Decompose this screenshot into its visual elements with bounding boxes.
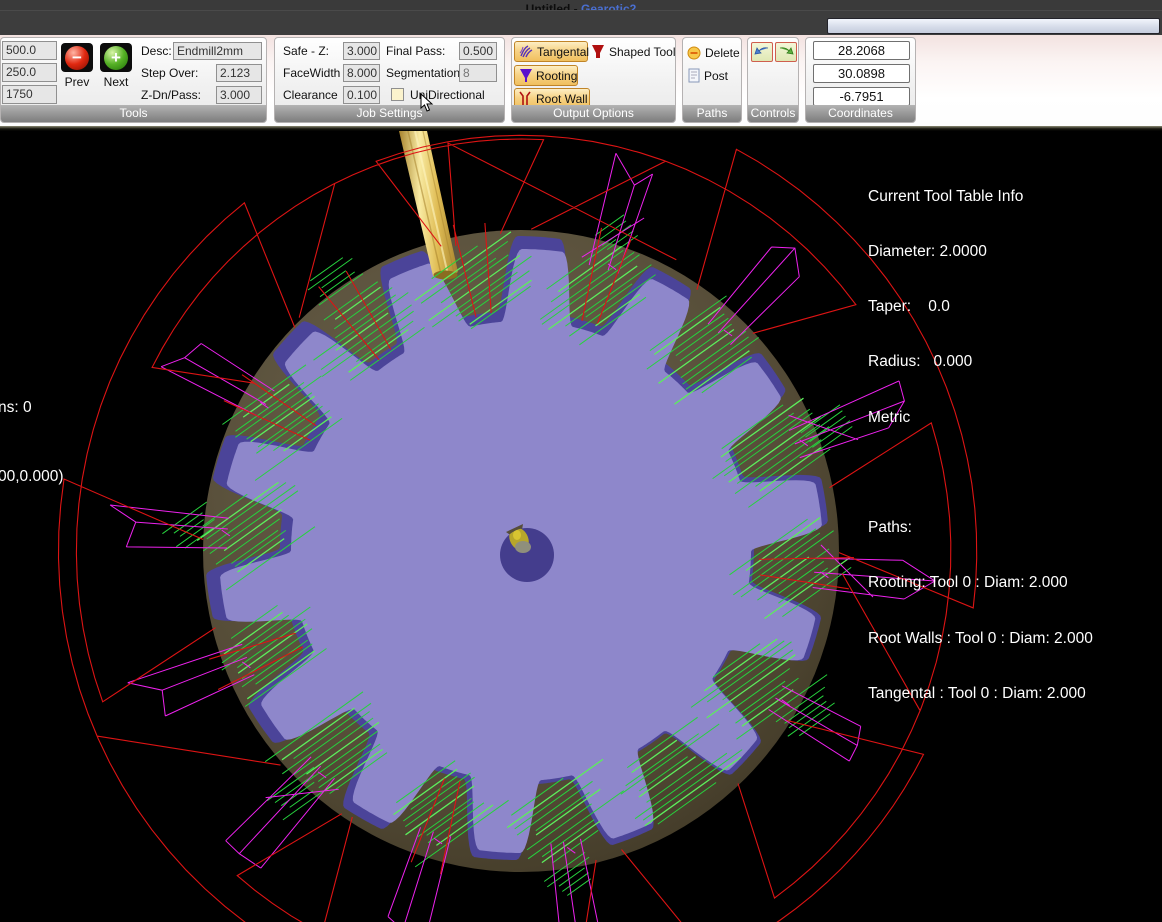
tangental-label: Tangental <box>537 45 589 59</box>
root-wall-icon <box>519 91 533 106</box>
next-tool-button[interactable]: + <box>100 43 132 72</box>
coordinate-z-field[interactable]: -6.7951 <box>813 87 910 106</box>
coordinate-y-field[interactable]: 30.0898 <box>813 64 910 83</box>
shaped-tool-button[interactable]: Shaped Tool <box>591 41 676 62</box>
post-label: Post <box>704 69 728 83</box>
output-options-group-caption: Output Options <box>512 105 675 122</box>
paths-root-walls-line: Root Walls : Tool 0 : Diam: 2.000 <box>868 630 1093 648</box>
shaped-tool-label: Shaped Tool <box>609 45 676 59</box>
delete-path-button[interactable]: Delete <box>687 42 740 63</box>
minus-sphere-icon: − <box>65 46 89 70</box>
rooting-funnel-icon <box>519 68 533 83</box>
safe-z-label: Safe - Z: <box>283 44 329 58</box>
prev-tool-label: Prev <box>61 75 93 89</box>
toolbar-group-tools: 500.0 250.0 1750 − Prev + Next Desc: End… <box>0 37 267 123</box>
paths-tangental-line: Tangental : Tool 0 : Diam: 2.000 <box>868 685 1093 703</box>
window-title: Untitled - <box>526 2 581 10</box>
tangental-swirl-icon <box>519 44 534 59</box>
tool-info-diameter: Diameter: 2.0000 <box>868 243 1093 261</box>
step-over-field[interactable]: 2.123 <box>216 64 262 82</box>
step-over-label: Step Over: <box>141 66 198 80</box>
prev-tool-button[interactable]: − <box>61 43 93 72</box>
job-settings-group-caption: Job Settings <box>275 105 504 122</box>
desc-label: Desc: <box>141 44 172 58</box>
coordinates-group-caption: Coordinates <box>806 105 915 122</box>
segmentation-label: Segmentation <box>386 66 460 80</box>
facewidth-label: FaceWidth <box>283 66 340 80</box>
tool-info-spacer <box>868 464 1093 482</box>
tool-feed-field[interactable]: 250.0 <box>2 63 57 82</box>
tool-speed-field[interactable]: 500.0 <box>2 41 57 60</box>
menu-strip <box>0 10 1162 36</box>
toolbar-group-controls: Controls <box>747 37 799 123</box>
desc-field[interactable]: Endmill2mm <box>173 42 262 60</box>
shaped-tool-funnel-icon <box>591 44 605 60</box>
tool-info-units: Metric <box>868 409 1093 427</box>
segmentation-field[interactable]: 8 <box>459 64 497 82</box>
rotate-right-button[interactable] <box>775 42 797 62</box>
paths-group-caption: Paths <box>683 105 741 122</box>
root-wall-label: Root Wall <box>536 92 588 106</box>
rooting-button[interactable]: Rooting <box>514 65 578 86</box>
top-scrollbar[interactable] <box>827 18 1160 34</box>
toolbar-group-coordinates: 28.2068 30.0898 -6.7951 Coordinates <box>805 37 916 123</box>
unidirectional-checkbox[interactable] <box>391 88 404 101</box>
next-tool-label: Next <box>100 75 132 89</box>
delete-minus-icon <box>687 46 701 60</box>
position-readout: 00,0.000) <box>0 465 64 488</box>
viewport-3d[interactable]: ns: 0 00,0.000) Current Tool Table Info … <box>0 131 1162 922</box>
green-arrow-icon <box>778 46 794 59</box>
coordinate-x-field[interactable]: 28.2068 <box>813 41 910 60</box>
unidirectional-label: UniDirectional <box>410 88 485 102</box>
toolbar-group-output-options: Tangental Shaped Tool Rooting Root Wall … <box>511 37 676 123</box>
clearance-field[interactable]: 0.100 <box>343 86 380 104</box>
rotations-readout: ns: 0 <box>0 396 64 419</box>
status-overlay: ns: 0 00,0.000) <box>0 350 64 534</box>
facewidth-field[interactable]: 8.000 <box>343 64 380 82</box>
rotate-left-button[interactable] <box>751 42 773 62</box>
tool-rpm-field[interactable]: 1750 <box>2 85 57 104</box>
post-document-icon <box>688 68 700 83</box>
title-bar[interactable]: Untitled - Gearotic2 <box>0 0 1162 10</box>
controls-group-caption: Controls <box>748 105 798 122</box>
blue-arrow-icon <box>754 46 770 59</box>
final-pass-label: Final Pass: <box>386 44 445 58</box>
delete-path-label: Delete <box>705 46 740 60</box>
tool-info-title: Current Tool Table Info <box>868 188 1093 206</box>
tool-info-radius: Radius: 0.000 <box>868 353 1093 371</box>
clearance-label: Clearance <box>283 88 338 102</box>
plus-sphere-icon: + <box>104 46 128 70</box>
paths-rooting-line: Rooting: Tool 0 : Diam: 2.000 <box>868 574 1093 592</box>
ribbon-toolbar: 500.0 250.0 1750 − Prev + Next Desc: End… <box>0 35 1162 126</box>
rooting-label: Rooting <box>536 69 577 83</box>
tangental-button[interactable]: Tangental <box>514 41 588 62</box>
toolbar-group-paths: Delete Post Paths <box>682 37 742 123</box>
z-dn-pass-label: Z-Dn/Pass: <box>141 88 201 102</box>
safe-z-field[interactable]: 3.000 <box>343 42 380 60</box>
post-button[interactable]: Post <box>688 65 728 86</box>
z-dn-pass-field[interactable]: 3.000 <box>216 86 262 104</box>
final-pass-field[interactable]: 0.500 <box>459 42 497 60</box>
tools-group-caption: Tools <box>1 105 266 122</box>
tool-table-info-overlay: Current Tool Table Info Diameter: 2.0000… <box>868 151 1093 740</box>
window-title-app: Gearotic2 <box>581 2 636 10</box>
tool-info-taper: Taper: 0.0 <box>868 298 1093 316</box>
gearotic-app-window: { "window": { "title_left": "Untitled - … <box>0 0 1162 922</box>
paths-heading: Paths: <box>868 519 1093 537</box>
toolbar-group-job-settings: Safe - Z: 3.000 FaceWidth 8.000 Clearanc… <box>274 37 505 123</box>
